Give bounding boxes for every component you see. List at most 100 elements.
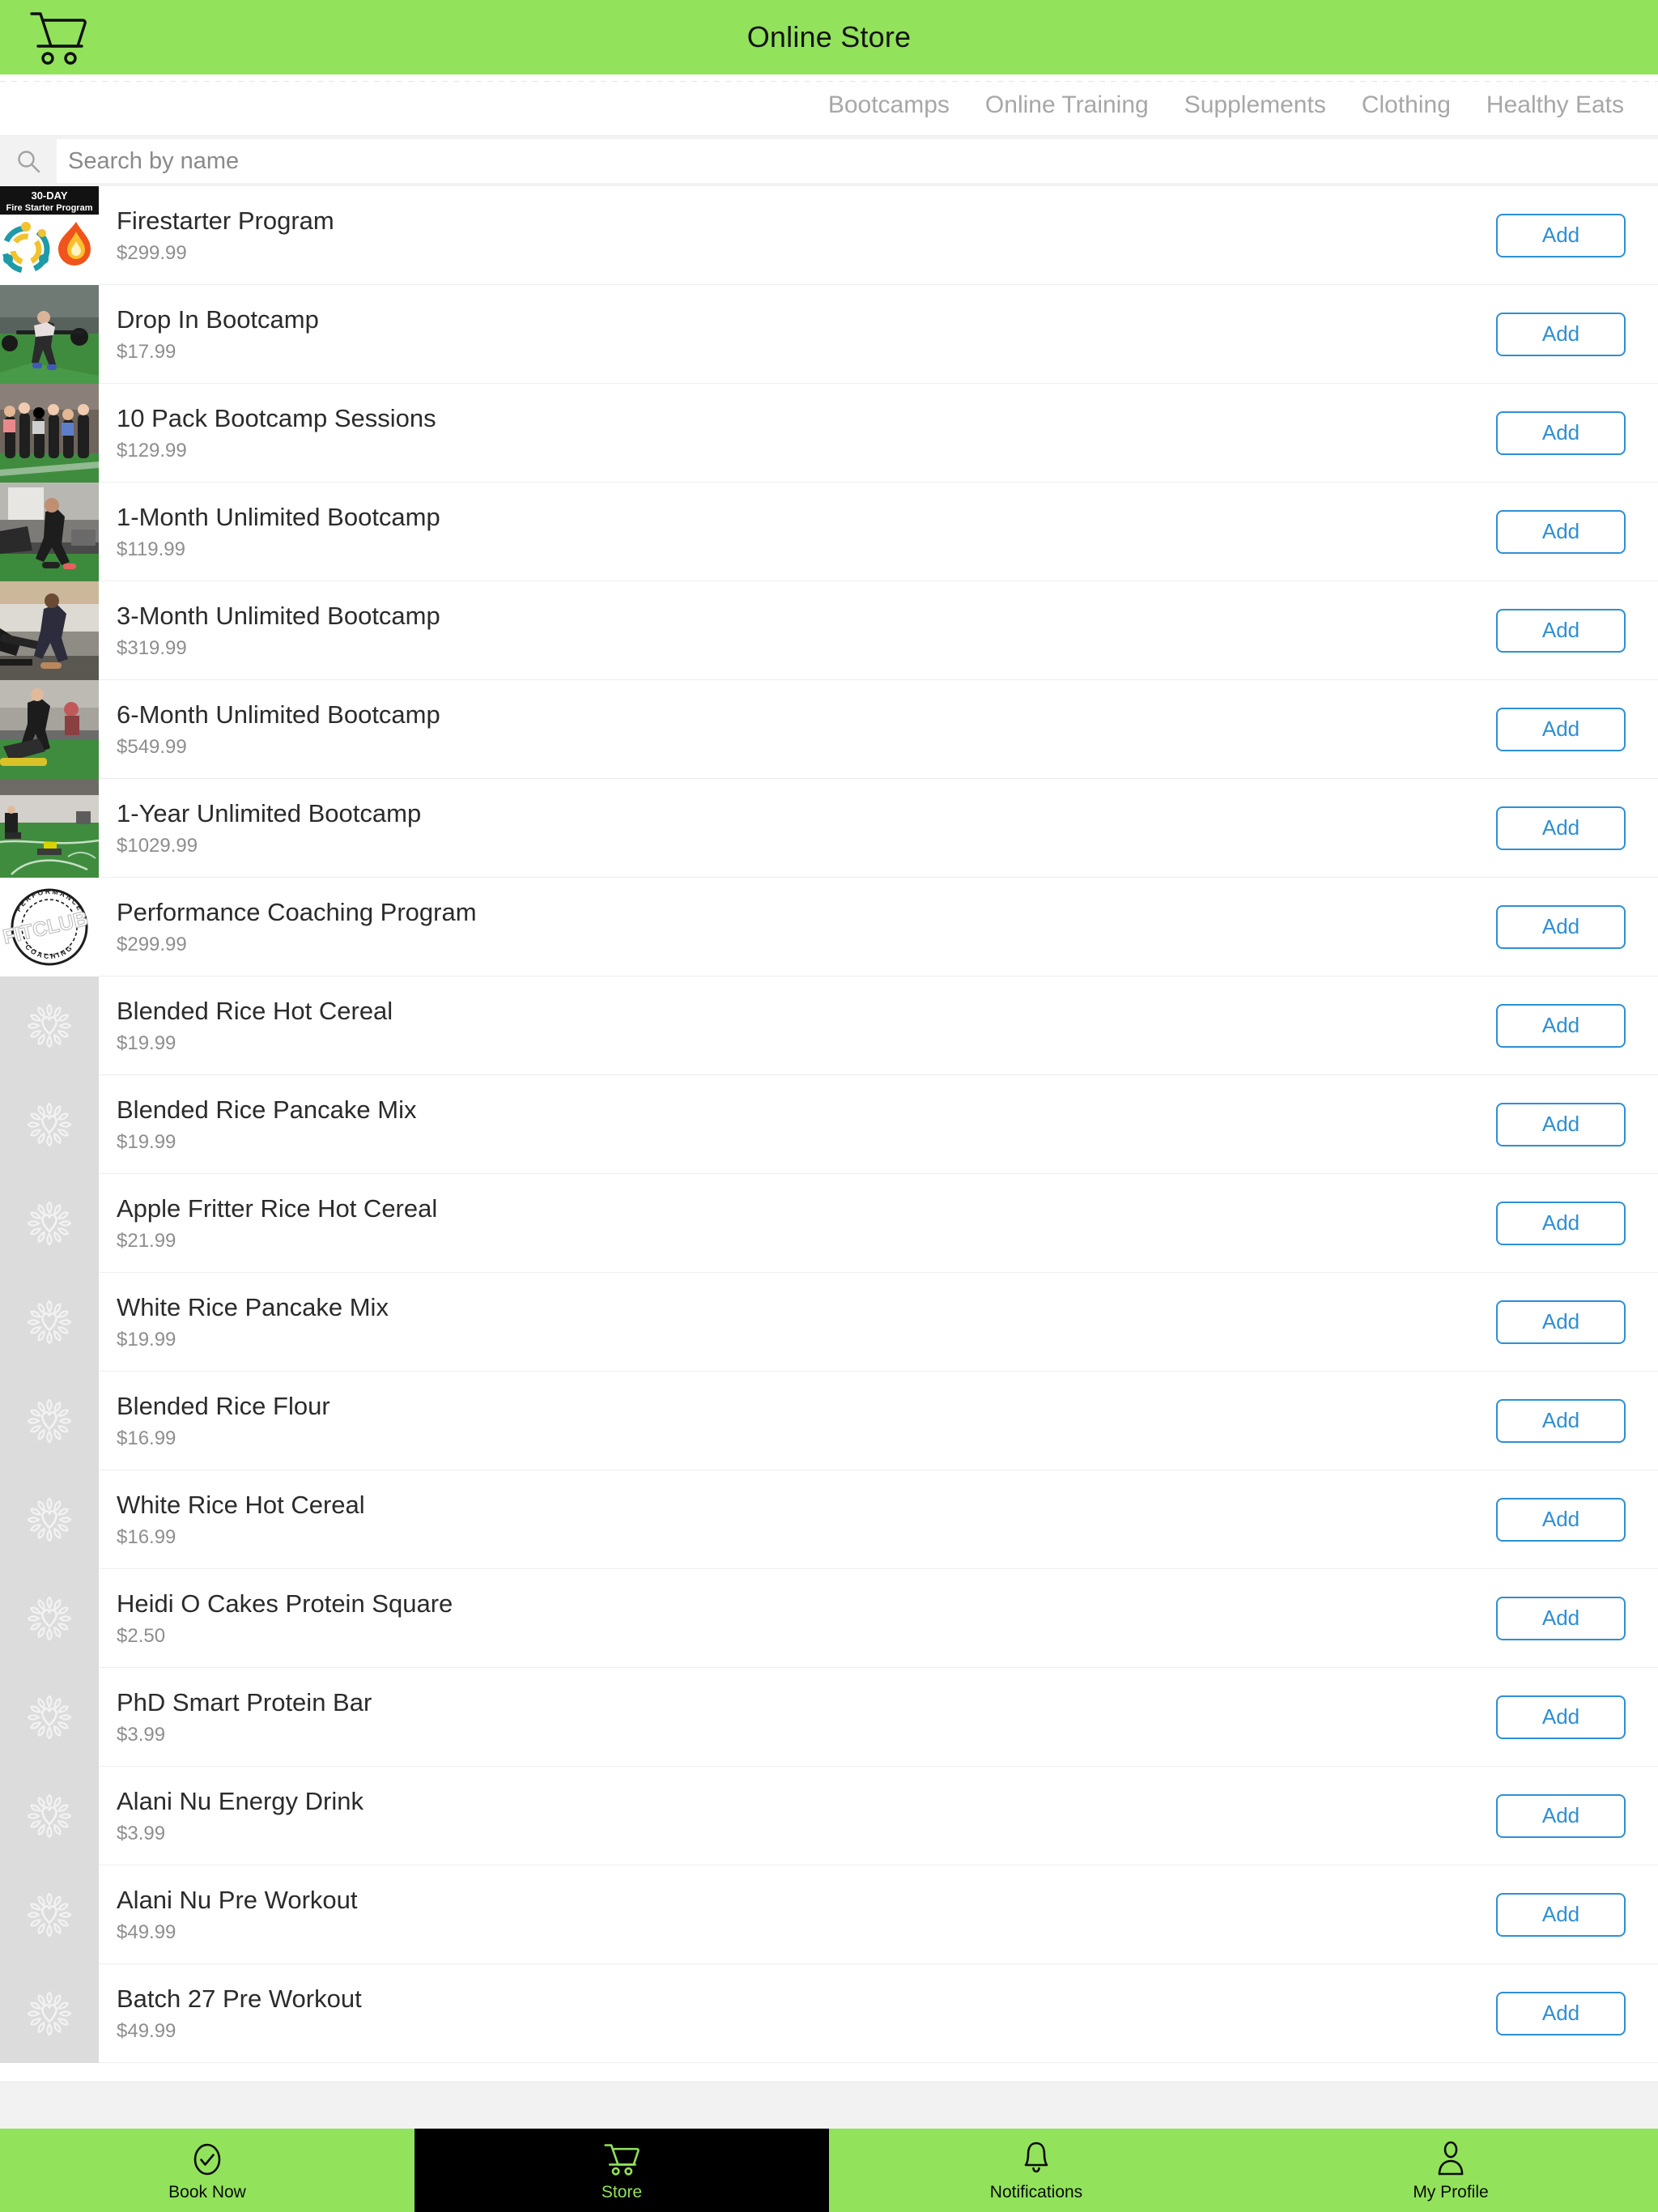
add-to-cart-button[interactable]: Add xyxy=(1496,1102,1626,1146)
product-thumbnail: PERFORMANCE COACHING FITCLUB xyxy=(0,878,99,976)
add-to-cart-button[interactable]: Add xyxy=(1496,213,1626,257)
app-header: Online Store xyxy=(0,0,1658,74)
product-action: Add xyxy=(1496,1075,1658,1173)
product-info: 1-Year Unlimited Bootcamp $1029.99 xyxy=(99,779,1496,877)
product-info: Batch 27 Pre Workout $49.99 xyxy=(99,1964,1496,2062)
product-info: Performance Coaching Program $299.99 xyxy=(99,878,1496,976)
add-to-cart-button[interactable]: Add xyxy=(1496,806,1626,850)
product-row[interactable]: PERFORMANCE COACHING FITCLUB Performance… xyxy=(0,878,1658,976)
tab-supplements[interactable]: Supplements xyxy=(1167,91,1344,119)
svg-text:Fire Starter Program: Fire Starter Program xyxy=(6,203,93,213)
search-input[interactable] xyxy=(57,139,1658,183)
add-to-cart-button[interactable]: Add xyxy=(1496,509,1626,554)
product-action: Add xyxy=(1496,1668,1658,1766)
product-row[interactable]: Heidi O Cakes Protein Square $2.50 Add xyxy=(0,1569,1658,1668)
tab-clothing[interactable]: Clothing xyxy=(1344,91,1469,119)
product-action: Add xyxy=(1496,878,1658,976)
add-to-cart-button[interactable]: Add xyxy=(1496,1991,1626,2035)
tab-healthy-eats[interactable]: Healthy Eats xyxy=(1469,91,1630,119)
product-price: $119.99 xyxy=(117,538,185,560)
product-thumbnail xyxy=(0,1964,99,2063)
nav-label-my-profile: My Profile xyxy=(1413,2183,1489,2201)
add-to-cart-button[interactable]: Add xyxy=(1496,1003,1626,1048)
product-info: Heidi O Cakes Protein Square $2.50 xyxy=(99,1569,1496,1667)
product-row[interactable]: White Rice Hot Cereal $16.99 Add xyxy=(0,1470,1658,1569)
add-to-cart-button[interactable]: Add xyxy=(1496,1793,1626,1838)
add-to-cart-button[interactable]: Add xyxy=(1496,707,1626,751)
product-thumbnail xyxy=(0,779,99,878)
product-row[interactable]: Alani Nu Energy Drink $3.99 Add xyxy=(0,1767,1658,1865)
add-to-cart-button[interactable]: Add xyxy=(1496,1201,1626,1245)
search-icon xyxy=(0,139,57,183)
list-bottom-gap xyxy=(0,2082,1658,2129)
add-to-cart-button[interactable]: Add xyxy=(1496,1398,1626,1443)
product-row[interactable]: Blended Rice Hot Cereal $19.99 Add xyxy=(0,976,1658,1075)
product-name: Alani Nu Energy Drink xyxy=(117,1786,363,1815)
product-action: Add xyxy=(1496,976,1658,1074)
product-thumbnail xyxy=(0,285,99,384)
product-row[interactable]: 1-Month Unlimited Bootcamp $119.99 Add xyxy=(0,483,1658,581)
product-info: 1-Month Unlimited Bootcamp $119.99 xyxy=(99,483,1496,581)
add-to-cart-button[interactable]: Add xyxy=(1496,608,1626,653)
product-thumbnail xyxy=(0,1470,99,1569)
product-row[interactable]: PhD Smart Protein Bar $3.99 Add xyxy=(0,1668,1658,1767)
product-row[interactable]: Alani Nu Pre Workout $49.99 Add xyxy=(0,1865,1658,1964)
product-thumbnail xyxy=(0,483,99,581)
nav-label-notifications: Notifications xyxy=(989,2183,1083,2201)
nav-item-store[interactable]: Store xyxy=(414,2129,829,2212)
product-row[interactable]: 30-DAY Fire Starter Program Firestarter … xyxy=(0,186,1658,285)
bell-icon xyxy=(1020,2140,1052,2177)
tab-bootcamps[interactable]: Bootcamps xyxy=(810,91,967,119)
product-thumbnail xyxy=(0,1372,99,1470)
product-name: Blended Rice Flour xyxy=(117,1391,330,1420)
product-action: Add xyxy=(1496,1964,1658,2062)
product-action: Add xyxy=(1496,1372,1658,1470)
add-to-cart-button[interactable]: Add xyxy=(1496,1695,1626,1739)
tab-online-training[interactable]: Online Training xyxy=(967,91,1167,119)
product-info: White Rice Hot Cereal $16.99 xyxy=(99,1470,1496,1568)
product-thumbnail xyxy=(0,384,99,483)
product-row[interactable]: Blended Rice Flour $16.99 Add xyxy=(0,1372,1658,1470)
product-row[interactable]: White Rice Pancake Mix $19.99 Add xyxy=(0,1273,1658,1372)
product-name: White Rice Hot Cereal xyxy=(117,1490,365,1519)
product-row[interactable]: Drop In Bootcamp $17.99 Add xyxy=(0,285,1658,384)
add-to-cart-button[interactable]: Add xyxy=(1496,1300,1626,1344)
product-action: Add xyxy=(1496,1865,1658,1963)
product-thumbnail: 30-DAY Fire Starter Program xyxy=(0,186,99,285)
product-name: 1-Month Unlimited Bootcamp xyxy=(117,502,440,531)
product-action: Add xyxy=(1496,1174,1658,1272)
product-row[interactable]: 10 Pack Bootcamp Sessions $129.99 Add xyxy=(0,384,1658,483)
nav-label-book-now: Book Now xyxy=(168,2183,246,2201)
product-row[interactable]: Apple Fritter Rice Hot Cereal $21.99 Add xyxy=(0,1174,1658,1273)
product-row[interactable]: 3-Month Unlimited Bootcamp $319.99 Add xyxy=(0,581,1658,680)
product-row[interactable]: 1-Year Unlimited Bootcamp $1029.99 Add xyxy=(0,779,1658,878)
nav-item-book-now[interactable]: Book Now xyxy=(0,2129,414,2212)
product-name: Drop In Bootcamp xyxy=(117,304,319,334)
product-price: $21.99 xyxy=(117,1229,176,1252)
product-list: 30-DAY Fire Starter Program Firestarter … xyxy=(0,186,1658,2082)
product-thumbnail xyxy=(0,1569,99,1668)
product-info: 3-Month Unlimited Bootcamp $319.99 xyxy=(99,581,1496,679)
add-to-cart-button[interactable]: Add xyxy=(1496,904,1626,949)
product-name: Blended Rice Pancake Mix xyxy=(117,1095,417,1124)
nav-item-notifications[interactable]: Notifications xyxy=(829,2129,1244,2212)
add-to-cart-button[interactable]: Add xyxy=(1496,312,1626,356)
product-row[interactable]: Batch 27 Pre Workout $49.99 Add xyxy=(0,1964,1658,2063)
add-to-cart-button[interactable]: Add xyxy=(1496,410,1626,455)
product-name: 1-Year Unlimited Bootcamp xyxy=(117,798,422,827)
product-row[interactable]: 6-Month Unlimited Bootcamp $549.99 Add xyxy=(0,680,1658,779)
add-to-cart-button[interactable]: Add xyxy=(1496,1892,1626,1937)
product-price: $129.99 xyxy=(117,439,187,462)
add-to-cart-button[interactable]: Add xyxy=(1496,1596,1626,1640)
product-row[interactable]: Blended Rice Pancake Mix $19.99 Add xyxy=(0,1075,1658,1174)
product-name: White Rice Pancake Mix xyxy=(117,1292,389,1321)
product-price: $19.99 xyxy=(117,1130,176,1153)
add-to-cart-button[interactable]: Add xyxy=(1496,1497,1626,1542)
product-info: 10 Pack Bootcamp Sessions $129.99 xyxy=(99,384,1496,482)
category-tabbar: Bootcamps Online Training Supplements Cl… xyxy=(0,74,1658,136)
product-thumbnail xyxy=(0,1273,99,1372)
shopping-cart-icon[interactable] xyxy=(23,5,96,70)
product-info: Blended Rice Flour $16.99 xyxy=(99,1372,1496,1470)
product-action: Add xyxy=(1496,1273,1658,1371)
nav-item-my-profile[interactable]: My Profile xyxy=(1244,2129,1658,2212)
